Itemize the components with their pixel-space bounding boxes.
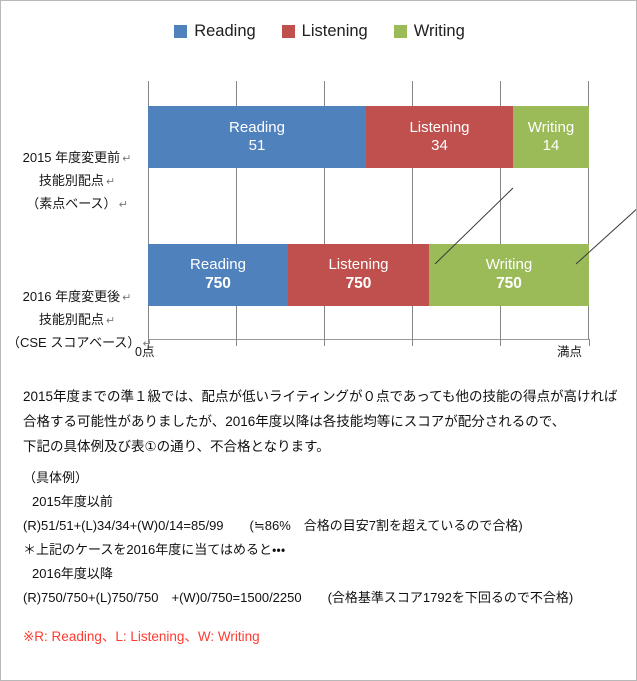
chart-legend: Reading Listening Writing [1,22,636,40]
stacked-bar-chart: 2015 年度変更前 ↵ 技能別配点 ↵ （素点ベース） ↵ 2016 年度変更後 ↵ … [1,61,636,361]
bar-segment-value: 34 [431,137,448,154]
bar-segment-value: 14 [542,137,560,154]
example-subheading-2015: 2015年度以前 [32,494,113,509]
document-page: Reading Listening Writing 2015 年度変更前 ↵ 技能… [0,0,637,681]
pilcrow-icon: ↵ [122,292,132,304]
bar-segment-name: Listening [409,118,470,136]
category-label-2016-line1: 2016 年度変更後 [22,289,121,304]
bar-segment-name: Listening [328,256,389,274]
paragraph-line: 合格する可能性がありましたが、2016年度以降は各技能均等にスコアが配分されるの… [23,414,566,429]
pilcrow-icon: ↵ [105,315,116,327]
square-swatch-icon-writing [393,24,407,38]
legend-item-listening: Listening [281,22,368,40]
bar-row-2016: Reading 750 Listening 750 Writing 750 [148,244,589,306]
pilcrow-icon: ↵ [118,199,128,211]
bar-segment-name: Reading [190,256,246,274]
category-label-2016: 2016 年度変更後↵ 技能別配点↵ （CSE スコアベース）↵ [7,286,152,355]
axis-tick [500,339,501,346]
legend-label-listening: Listening [301,22,368,40]
category-label-2015: 2015 年度変更前 ↵ 技能別配点 ↵ （素点ベース） ↵ [7,147,147,216]
example-subheading-2016: 2016年度以降 [32,566,113,581]
bar-segment-reading-2016: Reading 750 [148,244,288,306]
legend-item-writing: Writing [393,22,465,40]
paragraph-line: 下記の具体例及び表①の通り、不合格となります。 [23,439,330,454]
bar-segment-name: Writing [485,256,533,274]
paragraph-line: 2015年度までの準１級では、配点が低いライティングが０点であっても他の技能の得… [23,389,618,404]
footnote-abbreviations: ※R: Reading、L: Listening、W: Writing [23,629,260,644]
legend-item-reading: Reading [174,22,256,40]
pilcrow-icon: ↵ [122,153,132,165]
axis-baseline [148,339,590,340]
example-calculation-2015: (R)51/51+(L)34/34+(W)0/14=85/99 (≒86% 合格… [23,518,523,533]
category-label-2015-line2: 技能別配点 [38,173,104,188]
axis-tick [589,339,590,346]
bar-segment-writing-2015: Writing 14 [513,106,589,168]
category-label-2015-line1: 2015 年度変更前 [22,150,121,165]
plot-area: Reading 51 Listening 34 Writing 14 Readi… [148,81,636,339]
axis-tick [324,339,325,346]
pilcrow-icon: ↵ [105,176,116,188]
category-label-2016-line2: 技能別配点 [38,312,104,327]
explanation-paragraph: 2015年度までの準１級では、配点が低いライティングが０点であっても他の技能の得… [23,384,623,459]
example-block: （具体例） 2015年度以前 (R)51/51+(L)34/34+(W)0/14… [23,466,623,610]
example-heading: （具体例） [23,470,89,485]
bar-segment-value: 750 [345,274,372,292]
category-label-2016-line3: （CSE スコアベース） [7,335,141,350]
legend-label-writing: Writing [413,22,465,40]
bar-segment-listening-2016: Listening 750 [288,244,429,306]
bar-row-2015: Reading 51 Listening 34 Writing 14 [148,106,589,168]
axis-label-zero: 0点 [135,345,155,359]
legend-label-reading: Reading [194,22,256,40]
bar-segment-reading-2015: Reading 51 [148,106,366,168]
bar-segment-name: Writing [527,118,575,136]
bar-segment-name: Reading [229,118,285,136]
axis-label-full: 満点 [557,345,583,359]
bar-segment-value: 750 [205,274,231,292]
bar-segment-value: 51 [248,137,266,154]
bar-segment-value: 750 [496,274,522,292]
category-label-2015-line3: （素点ベース） [26,196,117,211]
axis-tick [412,339,413,346]
square-swatch-icon-reading [174,24,188,38]
square-swatch-icon-listening [281,24,295,38]
bar-segment-listening-2015: Listening 34 [366,106,513,168]
axis-tick [236,339,237,346]
bar-segment-writing-2016: Writing 750 [429,244,589,306]
example-calculation-2016: (R)750/750+(L)750/750 +(W)0/750=1500/225… [23,590,574,605]
example-note: ＊上記のケースを2016年度に当てはめると・・・ [23,542,286,557]
